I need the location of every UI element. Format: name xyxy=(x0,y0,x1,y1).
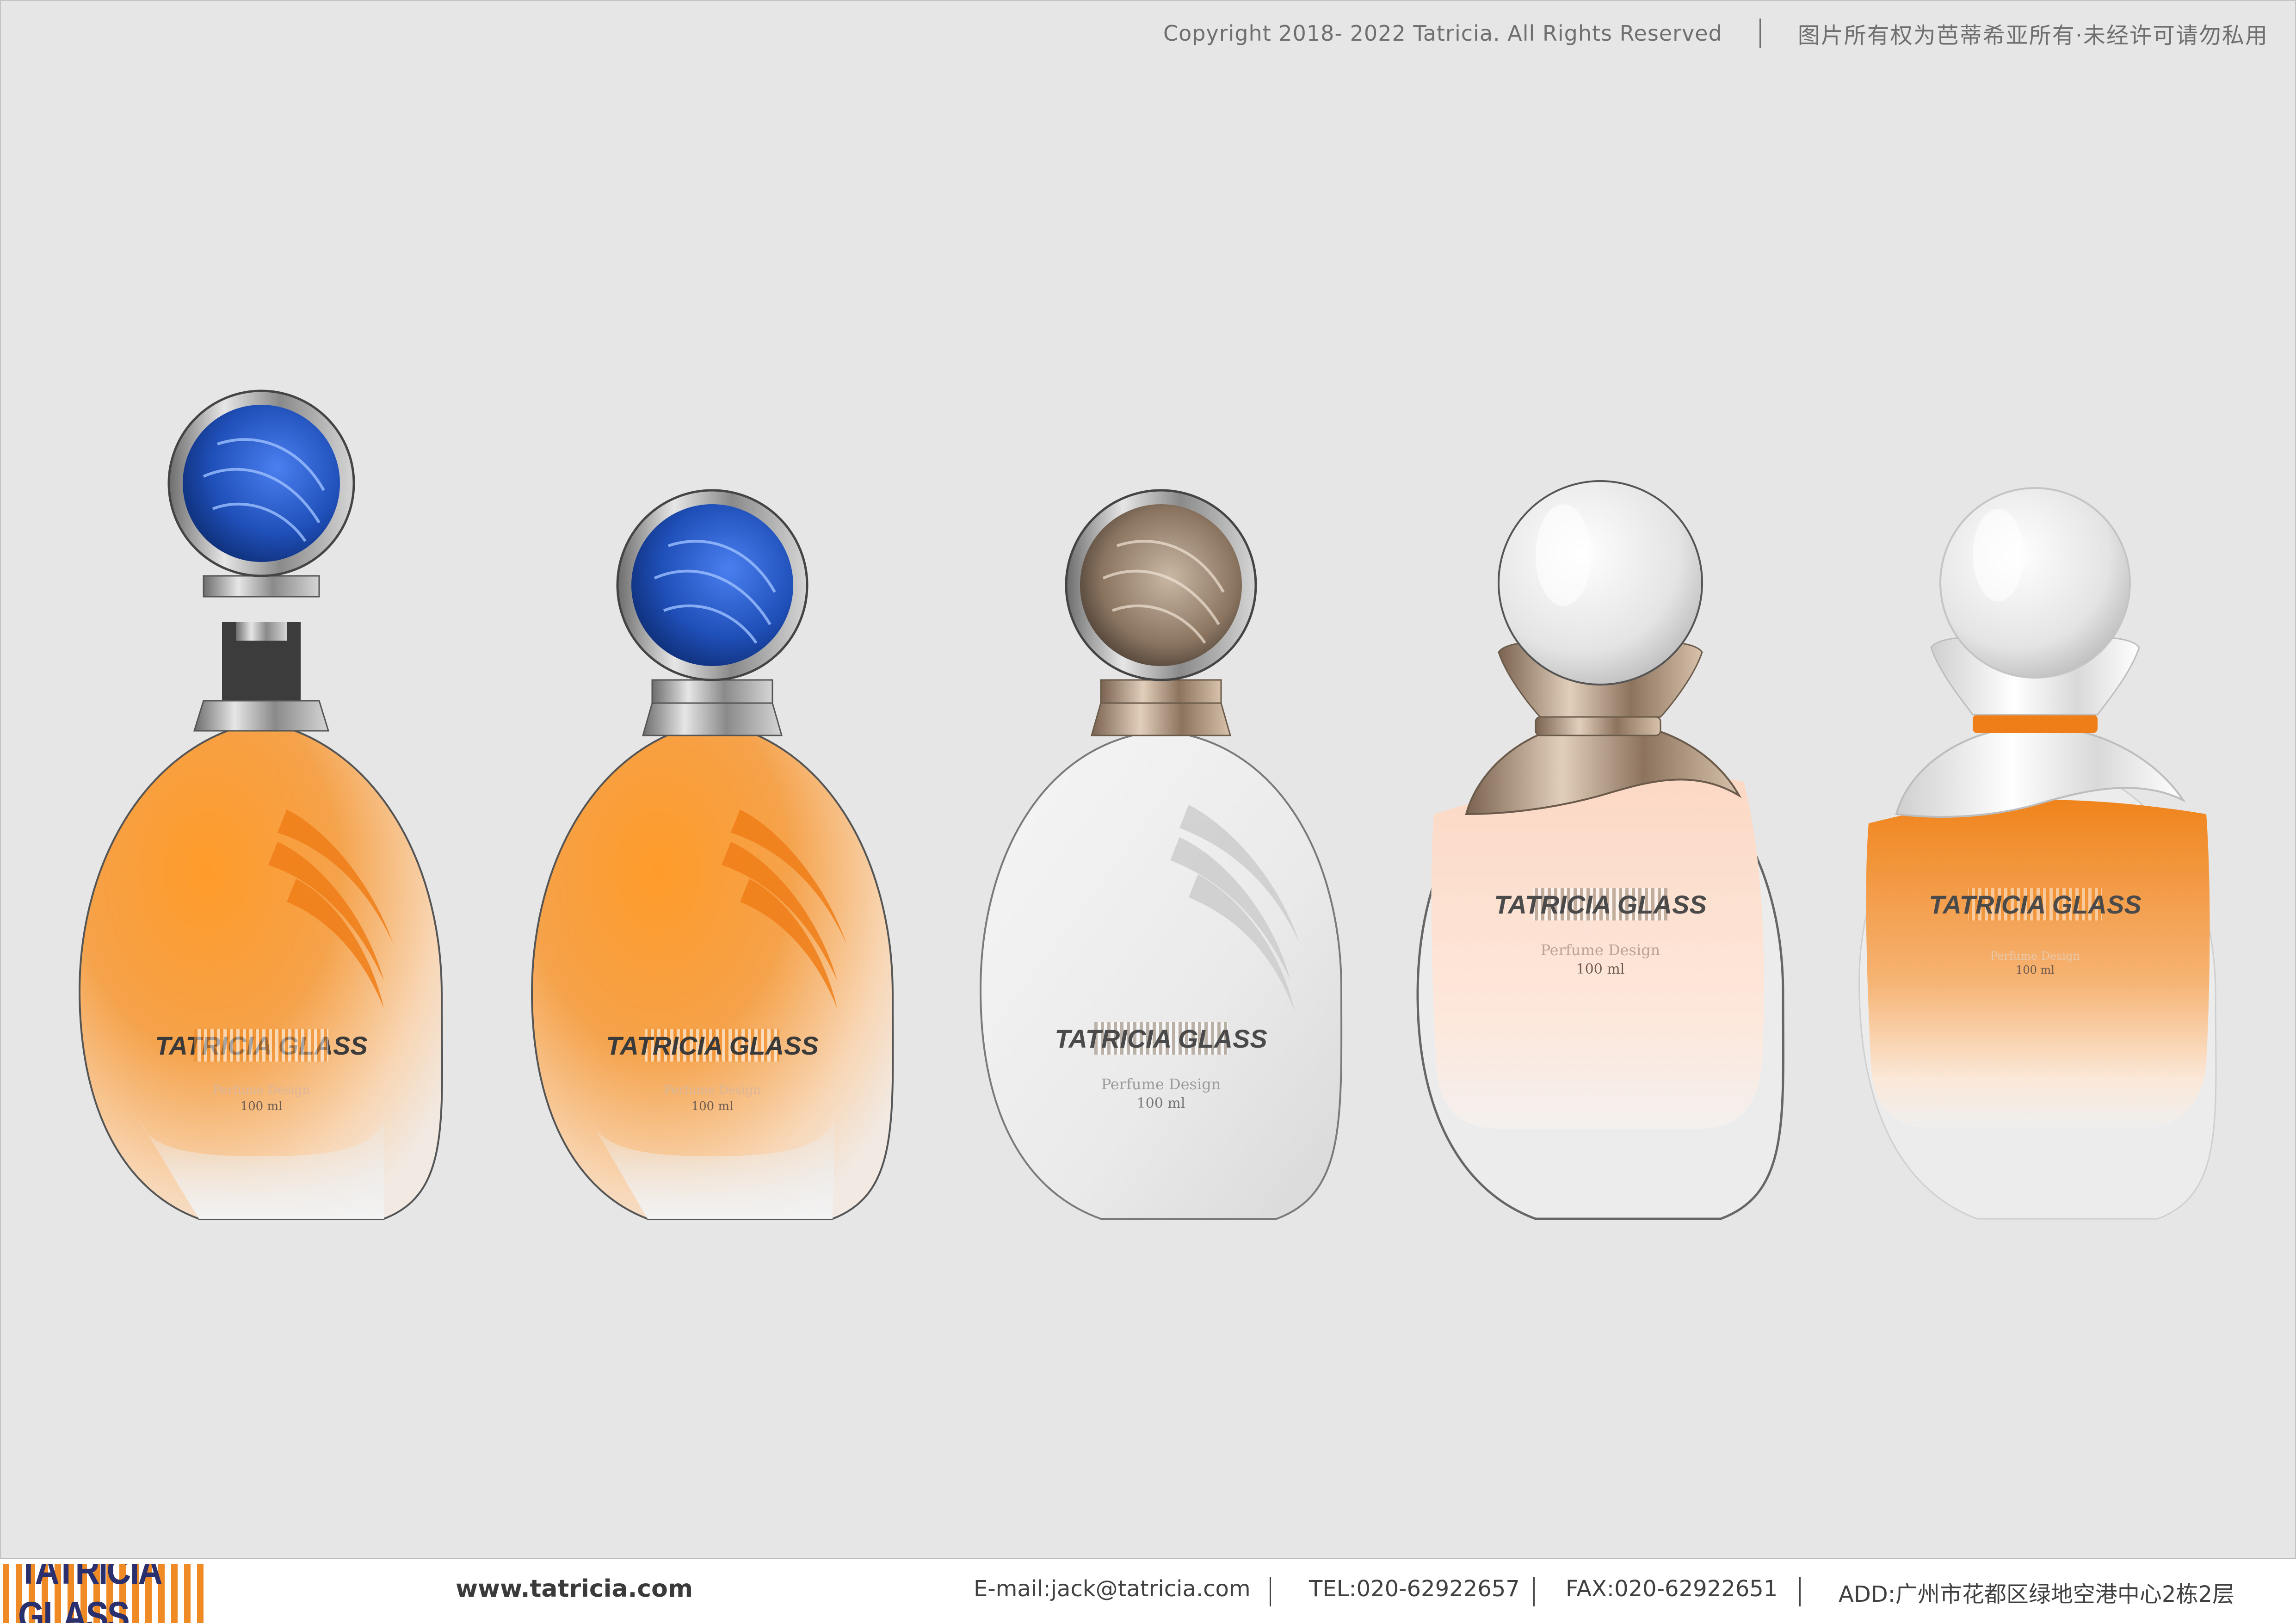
footer-separator xyxy=(1533,1577,1535,1606)
address-text: ADD:广州市花都区绿地空港中心2栋2层 xyxy=(1839,1581,2235,1607)
bottle-5: TATRICIA GLASS Perfume Design 100 ml xyxy=(1858,487,2217,1220)
bottle-5-brand: TATRICIA GLASS xyxy=(1929,890,2141,919)
bottle-2: TATRICIA GLASS Perfume Design 100 ml xyxy=(531,489,894,1220)
bottle-2-line2: 100 ml xyxy=(691,1099,734,1113)
bottle-3-brand: TATRICIA GLASS xyxy=(1055,1024,1267,1053)
bottle-2-body xyxy=(531,720,894,1220)
footer: TATRICIA GLASS www.tatricia.com E-mail:j… xyxy=(0,1558,2296,1624)
footer-separator xyxy=(1799,1577,1801,1606)
website-link[interactable]: www.tatricia.com xyxy=(456,1575,693,1603)
bottle-2-brand: TATRICIA GLASS xyxy=(606,1031,818,1060)
bottle-5-line2: 100 ml xyxy=(2016,963,2055,976)
bottle-4-line1: Perfume Design xyxy=(1541,941,1660,959)
bottle-5-cap xyxy=(1939,487,2131,679)
bottle-1: TATRICIA GLASS Perfume Design 100 ml xyxy=(78,389,443,1220)
phone-number: TEL:020-62922657 xyxy=(1309,1576,1520,1602)
bottle-3: TATRICIA GLASS Perfume Design 100 ml xyxy=(979,489,1343,1220)
fax-number: FAX:020-62922651 xyxy=(1566,1576,1778,1602)
bottle-4-brand: TATRICIA GLASS xyxy=(1494,890,1706,919)
bottle-4: TATRICIA GLASS Perfume Design 100 ml xyxy=(1416,480,1784,1220)
bottle-3-body xyxy=(979,729,1343,1220)
bottle-1-line2: 100 ml xyxy=(241,1099,283,1113)
bottle-5-line1: Perfume Design xyxy=(1990,950,2080,963)
bottle-4-line2: 100 ml xyxy=(1576,961,1625,977)
brand-logo-text: TATRICIA GLASS xyxy=(18,1564,161,1623)
email-link[interactable]: E-mail:jack@tatricia.com xyxy=(974,1576,1251,1602)
bottle-1-line1: Perfume Design xyxy=(213,1083,310,1097)
bottle-lineup: TATRICIA GLASS Perfume Design 100 ml TAT… xyxy=(78,389,2217,1220)
bottle-2-line1: Perfume Design xyxy=(664,1083,761,1097)
bottle-1-body xyxy=(78,720,443,1220)
bottle-4-cap xyxy=(1498,480,1703,685)
footer-separator xyxy=(1270,1577,1271,1606)
bottle-3-line2: 100 ml xyxy=(1137,1095,1185,1111)
brand-logo: TATRICIA GLASS xyxy=(3,1564,206,1623)
bottle-3-line1: Perfume Design xyxy=(1101,1075,1221,1093)
